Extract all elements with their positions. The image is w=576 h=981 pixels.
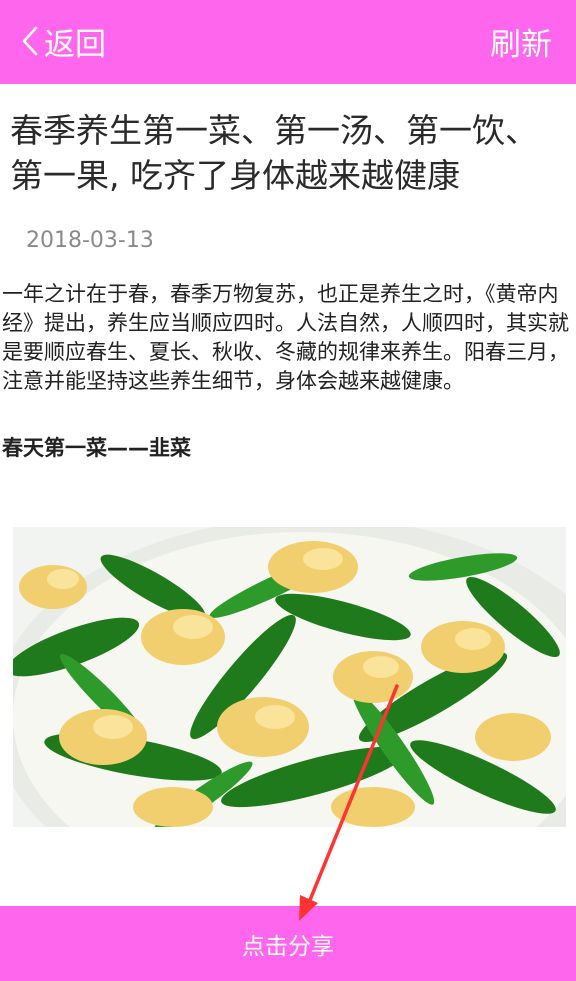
chevron-left-icon: [22, 26, 38, 56]
top-nav-bar: 返回 刷新: [0, 0, 576, 84]
article-content[interactable]: 春季养生第一菜、第一汤、第一饮、第一果, 吃齐了身体越来越健康 2018-03-…: [0, 98, 576, 906]
article-paragraph: 一年之计在于春，春季万物复苏，也正是养生之时，《黄帝内经》提出，养生应当顺应四时…: [2, 282, 569, 393]
article-title: 春季养生第一菜、第一汤、第一饮、第一果, 吃齐了身体越来越健康: [10, 111, 538, 195]
back-button[interactable]: 返回: [22, 18, 106, 64]
refresh-button[interactable]: 刷新: [490, 18, 552, 64]
chive-egg-dish-photo: [13, 527, 566, 827]
article-date: 2018-03-13: [26, 228, 154, 253]
section-heading: 春天第一菜——韭菜: [2, 436, 191, 460]
share-button[interactable]: 点击分享: [0, 906, 576, 981]
back-button-label: 返回: [44, 26, 106, 63]
